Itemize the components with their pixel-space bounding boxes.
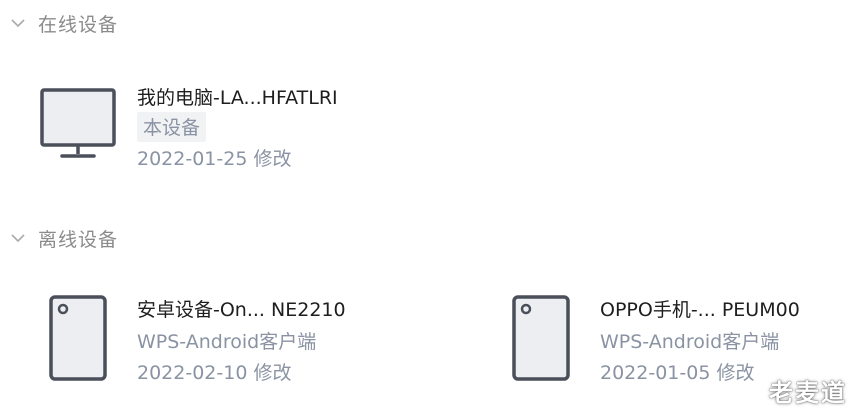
device-modified-date: 2022-02-10 修改 [137,362,292,384]
device-client: WPS-Android客户端 [137,331,317,353]
monitor-icon [40,88,118,164]
online-section-header[interactable]: 在线设备 [8,8,118,38]
offline-section-header[interactable]: 离线设备 [8,223,118,253]
tablet-icon [49,295,107,385]
device-client: WPS-Android客户端 [600,331,780,353]
chevron-down-icon [8,228,28,248]
tablet-icon [512,295,570,385]
online-section-title: 在线设备 [38,13,119,36]
watermark: 老麦道 [769,379,847,407]
device-modified-date: 2022-01-25 修改 [137,148,292,170]
device-name: 安卓设备-On... NE2210 [137,299,346,321]
offline-section-title: 离线设备 [38,228,119,251]
this-device-badge: 本设备 [137,112,207,142]
device-item-this-computer[interactable]: 我的电脑-LA...HFATLRI 本设备 2022-01-25 修改 [30,70,390,185]
device-item-android[interactable]: 安卓设备-On... NE2210 WPS-Android客户端 2022-02… [30,285,410,390]
chevron-down-icon [8,13,28,33]
device-modified-date: 2022-01-05 修改 [600,362,755,384]
device-name: 我的电脑-LA...HFATLRI [137,87,338,109]
device-name: OPPO手机-... PEUM00 [600,299,800,321]
